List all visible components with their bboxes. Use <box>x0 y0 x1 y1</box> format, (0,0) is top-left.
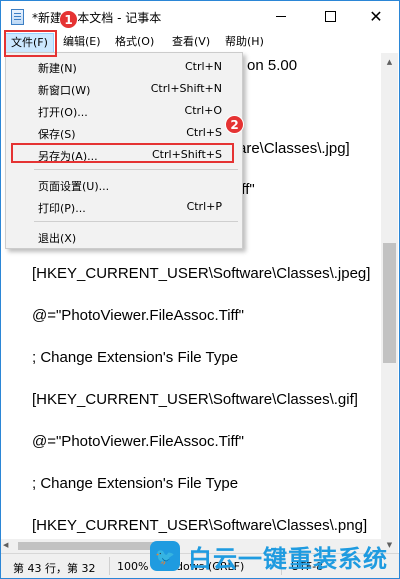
menu-item-shortcut: Ctrl+N <box>184 60 222 73</box>
watermark-logo: 🐦 白云一键重装系统 <box>150 536 398 576</box>
menu-item-exit[interactable]: 退出(X) <box>6 225 242 247</box>
editor-line: [HKEY_CURRENT_USER\Software\Classes\.jpe… <box>32 265 371 282</box>
bird-icon: 🐦 <box>150 541 180 571</box>
scroll-left-arrow-icon[interactable]: ◀ <box>3 541 8 549</box>
menu-item-open[interactable]: 打开(O)... Ctrl+O <box>6 99 242 121</box>
maximize-icon <box>324 11 336 22</box>
menu-item-page-setup[interactable]: 页面设置(U)... <box>6 173 242 195</box>
status-cursor-position: 第 43 行，第 32 <box>13 562 96 575</box>
menu-item-label: 保存(S) <box>38 128 76 141</box>
status-divider <box>109 557 110 575</box>
editor-line: @="PhotoViewer.FileAssoc.Tiff" <box>32 307 244 324</box>
editor-line: on 5.00 <box>247 57 298 74</box>
maximize-button[interactable] <box>307 1 353 32</box>
notepad-app-icon <box>11 9 24 25</box>
scroll-thumb[interactable] <box>383 243 396 363</box>
menu-item-label: 新建(N) <box>38 62 77 75</box>
minimize-icon <box>276 16 286 17</box>
menu-item-new-window[interactable]: 新窗口(W) Ctrl+Shift+N <box>6 77 242 99</box>
close-button[interactable]: ✕ <box>353 1 399 32</box>
editor-line: @="PhotoViewer.FileAssoc.Tiff" <box>32 433 244 450</box>
menu-item-label: 退出(X) <box>38 232 77 245</box>
menu-separator <box>34 221 238 222</box>
watermark-text: 白云一键重装系统 <box>188 544 388 573</box>
menu-format[interactable]: 格式(O) <box>110 33 159 51</box>
editor-line: [HKEY_CURRENT_USER\Software\Classes\.gif… <box>32 391 358 408</box>
menu-bar: 文件(F) 编辑(E) 格式(O) 查看(V) 帮助(H) <box>1 32 399 53</box>
editor-line: ; Change Extension's File Type <box>32 349 239 366</box>
menu-separator <box>34 169 238 170</box>
vertical-scrollbar[interactable]: ▲ ▼ <box>381 53 398 553</box>
window-title: *新建... 本文档 - 记事本 <box>32 11 162 25</box>
menu-item-print[interactable]: 打印(P)... Ctrl+P <box>6 195 242 217</box>
save-as-highlight-box <box>11 143 234 163</box>
menu-item-shortcut: Ctrl+O <box>184 104 222 117</box>
horizontal-scroll-thumb[interactable] <box>18 542 158 550</box>
menu-item-save[interactable]: 保存(S) Ctrl+S <box>6 121 242 143</box>
editor-line: [HKEY_CURRENT_USER\Software\Classes\.png… <box>32 517 368 534</box>
editor-line: ; Change Extension's File Type <box>32 475 239 492</box>
status-zoom: 100% <box>117 560 149 573</box>
menu-item-label: 打印(P)... <box>38 202 86 215</box>
editor-line: are\Classes\.jpg] <box>238 140 350 157</box>
step-badge-2: 2 <box>225 115 244 134</box>
menu-item-new[interactable]: 新建(N) Ctrl+N <box>6 55 242 77</box>
menu-edit[interactable]: 编辑(E) <box>58 33 106 51</box>
menu-item-shortcut: Ctrl+S <box>186 126 222 139</box>
step-badge-1: 1 <box>59 10 78 29</box>
minimize-button[interactable] <box>258 1 304 32</box>
menu-view[interactable]: 查看(V) <box>167 33 215 51</box>
notepad-window: *新建... 本文档 - 记事本 ✕ 文件(F) 编辑(E) 格式(O) 查看(… <box>0 0 400 579</box>
file-menu-highlight-box <box>4 30 57 57</box>
menu-help[interactable]: 帮助(H) <box>220 33 269 51</box>
menu-item-shortcut: Ctrl+P <box>186 200 222 213</box>
menu-item-label: 打开(O)... <box>38 106 88 119</box>
menu-item-shortcut: Ctrl+Shift+N <box>150 82 222 95</box>
menu-item-label: 页面设置(U)... <box>38 180 110 193</box>
scroll-up-arrow-icon[interactable]: ▲ <box>381 53 398 70</box>
close-icon: ✕ <box>369 6 383 26</box>
menu-item-label: 新窗口(W) <box>38 84 91 97</box>
